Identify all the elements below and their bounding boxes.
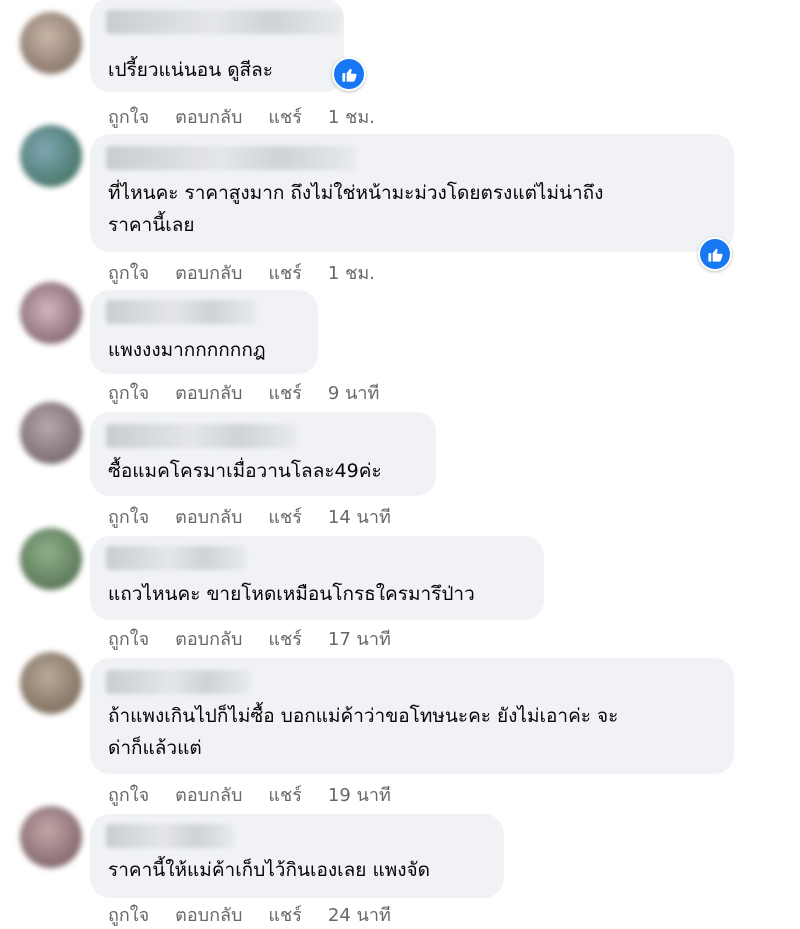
share-link[interactable]: แชร์ bbox=[268, 900, 302, 929]
avatar[interactable] bbox=[20, 12, 82, 74]
like-link[interactable]: ถูกใจ bbox=[108, 624, 149, 653]
author-name-blurred[interactable] bbox=[106, 424, 296, 448]
avatar[interactable] bbox=[20, 282, 82, 344]
like-link[interactable]: ถูกใจ bbox=[108, 102, 149, 131]
comment-text-line: ราคานี้เลย bbox=[108, 214, 195, 236]
comment-actions: ถูกใจ ตอบกลับ แชร์ 24 นาที bbox=[108, 900, 417, 929]
like-link[interactable]: ถูกใจ bbox=[108, 378, 149, 407]
comment-actions: ถูกใจ ตอบกลับ แชร์ 14 นาที bbox=[108, 502, 417, 531]
comment-text-line: เปรี้ยวแน่นอน ดูสีละ bbox=[108, 59, 274, 81]
comment-bubble: ที่ไหนคะ ราคาสูงมาก ถึงไม่ใช่หน้ามะม่วงโ… bbox=[90, 134, 734, 252]
author-name-blurred[interactable] bbox=[106, 546, 246, 570]
comment-bubble: เปรี้ยวแน่นอน ดูสีละ bbox=[90, 0, 344, 92]
comment-actions: ถูกใจ ตอบกลับ แชร์ 1 ชม. bbox=[108, 258, 401, 287]
timestamp[interactable]: 24 นาที bbox=[328, 900, 391, 929]
reply-link[interactable]: ตอบกลับ bbox=[175, 900, 242, 929]
author-name-blurred[interactable] bbox=[106, 670, 250, 694]
like-link[interactable]: ถูกใจ bbox=[108, 502, 149, 531]
like-icon bbox=[341, 68, 357, 82]
reply-link[interactable]: ตอบกลับ bbox=[175, 258, 242, 287]
timestamp[interactable]: 1 ชม. bbox=[328, 102, 375, 131]
share-link[interactable]: แชร์ bbox=[268, 258, 302, 287]
like-reaction-badge[interactable] bbox=[698, 237, 732, 271]
avatar[interactable] bbox=[20, 402, 82, 464]
timestamp[interactable]: 14 นาที bbox=[328, 502, 391, 531]
comment-bubble: แถวไหนคะ ขายโหดเหมือนโกรธใครมารึป่าว bbox=[90, 536, 544, 620]
avatar[interactable] bbox=[20, 806, 82, 868]
comment-text-line: ด่าก็แล้วแต่ bbox=[108, 737, 202, 759]
timestamp[interactable]: 19 นาที bbox=[328, 780, 391, 809]
avatar[interactable] bbox=[20, 528, 82, 590]
author-name-blurred[interactable] bbox=[106, 146, 356, 170]
comment-text-line: ราคานี้ให้แม่ค้าเก็บไว้กินเองเลย แพงจัด bbox=[108, 859, 430, 881]
author-name-blurred[interactable] bbox=[106, 300, 256, 324]
like-reaction-badge[interactable] bbox=[332, 57, 366, 91]
like-link[interactable]: ถูกใจ bbox=[108, 900, 149, 929]
share-link[interactable]: แชร์ bbox=[268, 780, 302, 809]
like-link[interactable]: ถูกใจ bbox=[108, 780, 149, 809]
comment-text-line: ถ้าแพงเกินไปก็ไม่ซื้อ บอกแม่ค้าว่าขอโทษน… bbox=[108, 705, 619, 727]
comment-bubble: แพงงงมากกกกกกฎ bbox=[90, 290, 318, 374]
reply-link[interactable]: ตอบกลับ bbox=[175, 378, 242, 407]
comment-actions: ถูกใจ ตอบกลับ แชร์ 9 นาที bbox=[108, 378, 405, 407]
share-link[interactable]: แชร์ bbox=[268, 102, 302, 131]
like-icon bbox=[707, 248, 723, 262]
author-name-blurred[interactable] bbox=[106, 824, 234, 848]
author-name-blurred[interactable] bbox=[106, 10, 342, 34]
share-link[interactable]: แชร์ bbox=[268, 378, 302, 407]
reply-link[interactable]: ตอบกลับ bbox=[175, 780, 242, 809]
avatar[interactable] bbox=[20, 652, 82, 714]
comment-actions: ถูกใจ ตอบกลับ แชร์ 19 นาที bbox=[108, 780, 417, 809]
timestamp[interactable]: 1 ชม. bbox=[328, 258, 375, 287]
like-link[interactable]: ถูกใจ bbox=[108, 258, 149, 287]
timestamp[interactable]: 9 นาที bbox=[328, 378, 379, 407]
comment-text-line: ซื้อแมคโครมาเมื่อวานโลละ49ค่ะ bbox=[108, 460, 382, 482]
comment-actions: ถูกใจ ตอบกลับ แชร์ 1 ชม. bbox=[108, 102, 401, 131]
comment-bubble: ซื้อแมคโครมาเมื่อวานโลละ49ค่ะ bbox=[90, 412, 436, 496]
timestamp[interactable]: 17 นาที bbox=[328, 624, 391, 653]
reply-link[interactable]: ตอบกลับ bbox=[175, 502, 242, 531]
comment-text-line: แถวไหนคะ ขายโหดเหมือนโกรธใครมารึป่าว bbox=[108, 583, 475, 605]
comment-text-line: แพงงงมากกกกกกฎ bbox=[108, 339, 266, 361]
share-link[interactable]: แชร์ bbox=[268, 624, 302, 653]
share-link[interactable]: แชร์ bbox=[268, 502, 302, 531]
avatar[interactable] bbox=[20, 125, 82, 187]
reply-link[interactable]: ตอบกลับ bbox=[175, 102, 242, 131]
comment-bubble: ถ้าแพงเกินไปก็ไม่ซื้อ บอกแม่ค้าว่าขอโทษน… bbox=[90, 658, 734, 774]
comment-bubble: ราคานี้ให้แม่ค้าเก็บไว้กินเองเลย แพงจัด bbox=[90, 814, 504, 898]
comment-text-line: ที่ไหนคะ ราคาสูงมาก ถึงไม่ใช่หน้ามะม่วงโ… bbox=[108, 182, 604, 204]
reply-link[interactable]: ตอบกลับ bbox=[175, 624, 242, 653]
comment-actions: ถูกใจ ตอบกลับ แชร์ 17 นาที bbox=[108, 624, 417, 653]
